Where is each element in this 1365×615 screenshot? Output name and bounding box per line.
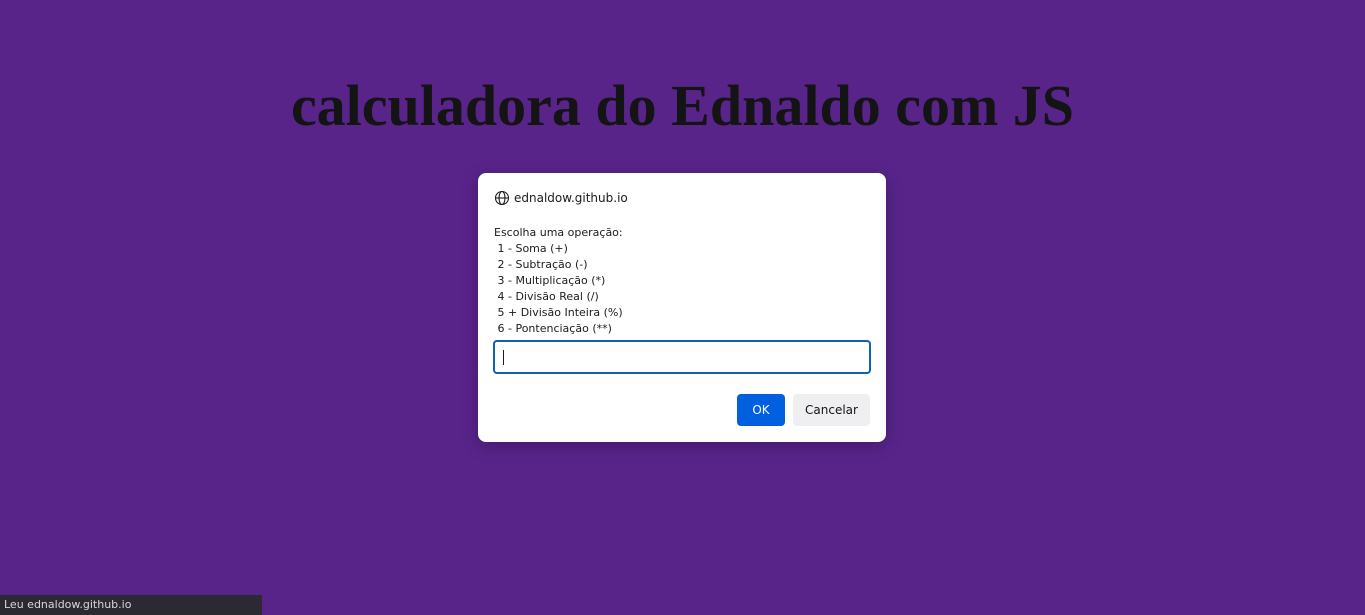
status-bar: Leu ednaldow.github.io <box>0 595 262 615</box>
message-line: 3 - Multiplicação (*) <box>494 274 606 287</box>
dialog-origin: ednaldow.github.io <box>494 189 628 207</box>
ok-button[interactable]: OK <box>737 394 785 426</box>
text-caret <box>503 350 504 365</box>
dialog-origin-label: ednaldow.github.io <box>514 191 628 205</box>
message-line: 2 - Subtração (-) <box>494 258 588 271</box>
cancel-button[interactable]: Cancelar <box>793 394 870 426</box>
prompt-dialog: ednaldow.github.io Escolha uma operação:… <box>478 173 886 442</box>
page-title: calculadora do Ednaldo com JS <box>290 73 1075 138</box>
dialog-message: Escolha uma operação: 1 - Soma (+) 2 - S… <box>494 225 870 337</box>
message-line: 4 - Divisão Real (/) <box>494 290 599 303</box>
message-line: 6 - Pontenciação (**) <box>494 322 612 335</box>
message-line: Escolha uma operação: <box>494 226 623 239</box>
prompt-input[interactable] <box>493 340 871 374</box>
message-line: 5 + Divisão Inteira (%) <box>494 306 623 319</box>
globe-icon <box>494 190 510 206</box>
message-line: 1 - Soma (+) <box>494 242 568 255</box>
